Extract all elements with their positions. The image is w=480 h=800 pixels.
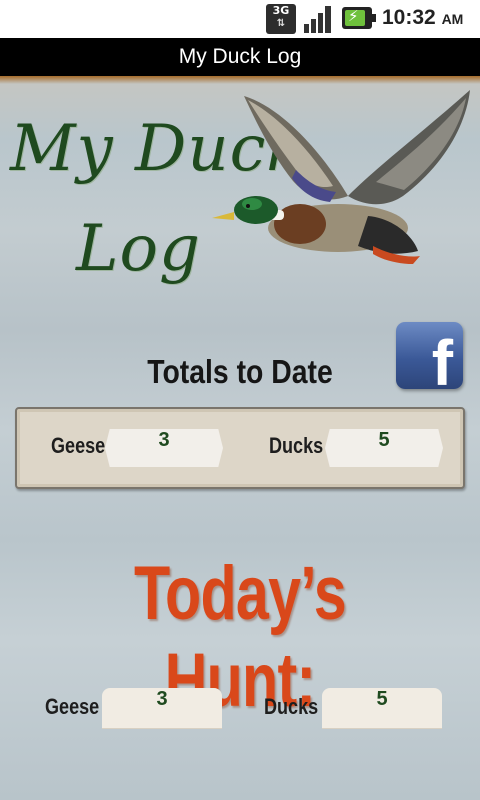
logo-text-line2: Log <box>76 212 201 286</box>
title-bar-shadow <box>0 76 480 84</box>
today-geese-input[interactable]: 3 <box>102 688 222 729</box>
today-ducks-input[interactable]: 5 <box>322 688 442 729</box>
network-type-label: 3G <box>272 4 290 17</box>
status-bar: 3G ⇅ ⚡ 10:32 AM <box>0 0 480 38</box>
totals-ducks-label: Ducks <box>269 433 324 458</box>
signal-strength-icon <box>304 6 331 33</box>
totals-heading: Totals to Date <box>147 353 333 390</box>
totals-geese-value: 3 <box>105 429 223 467</box>
clock-ampm: AM <box>441 11 464 27</box>
app-title-bar: My Duck Log <box>0 38 480 76</box>
battery-charging-icon: ⚡ <box>342 7 376 29</box>
status-clock: 10:32 AM <box>382 6 463 30</box>
today-geese-label: Geese <box>45 694 100 719</box>
3g-data-icon: 3G ⇅ <box>266 4 296 34</box>
today-ducks-label: Ducks <box>264 694 319 719</box>
totals-panel: Geese 3 Ducks 5 <box>15 407 465 489</box>
clock-time: 10:32 <box>382 6 436 29</box>
totals-geese-label: Geese <box>51 433 106 458</box>
app-title: My Duck Log <box>178 45 302 68</box>
totals-ducks-value: 5 <box>325 429 443 467</box>
app-screen: 3G ⇅ ⚡ 10:32 AM My Duck Log My Duck Log <box>0 0 480 800</box>
mallard-duck-illustration <box>212 90 470 264</box>
